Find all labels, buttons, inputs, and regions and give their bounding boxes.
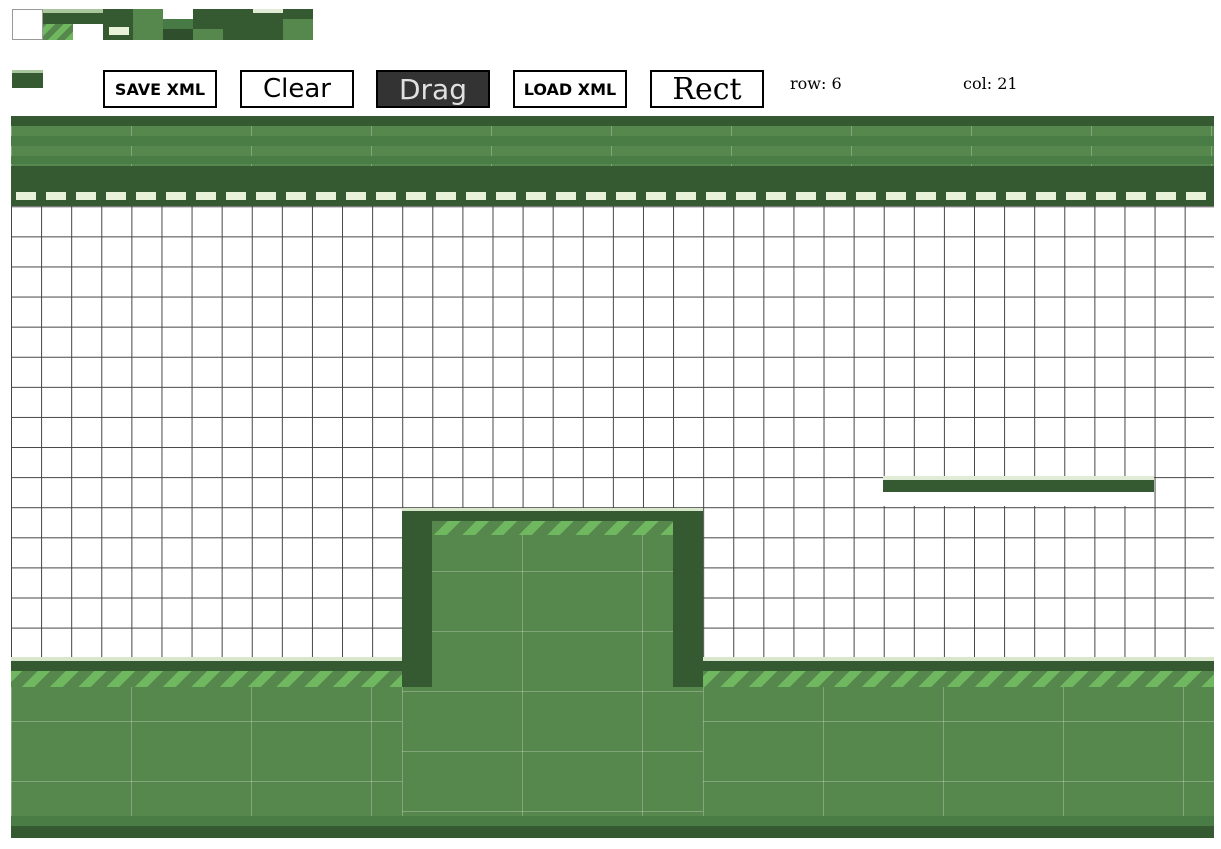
palette-tile-top-light[interactable] — [253, 9, 283, 40]
clear-button[interactable]: Clear — [240, 70, 354, 108]
palette-tile-dark-2[interactable] — [163, 29, 193, 40]
current-tile-preview — [12, 70, 43, 88]
palette-tile-stripe[interactable] — [43, 24, 73, 40]
palette-tile-platform[interactable] — [103, 24, 133, 40]
palette-tile-blank[interactable] — [12, 9, 43, 40]
palette-tile-light[interactable] — [193, 29, 223, 40]
load-xml-button[interactable]: LOAD XML — [513, 70, 627, 108]
palette-tile-mid-dark[interactable] — [163, 19, 193, 29]
palette-tile-mid-4[interactable] — [283, 19, 313, 40]
palette-tile-grass-top[interactable] — [43, 9, 73, 24]
tile-palette — [12, 9, 314, 40]
col-readout: col: 21 — [963, 74, 1018, 93]
ceiling-band — [11, 116, 1214, 206]
drag-button[interactable]: Drag — [376, 70, 490, 108]
row-readout: row: 6 — [790, 74, 842, 93]
save-xml-button[interactable]: SAVE XML — [103, 70, 217, 108]
ground-right — [703, 657, 1214, 838]
palette-tile-dark[interactable] — [73, 9, 103, 24]
palette-tile-mid[interactable] — [133, 9, 163, 40]
ground-bottom-edge — [11, 816, 1214, 838]
palette-tile-edge[interactable] — [223, 9, 253, 40]
rect-button[interactable]: Rect — [650, 70, 764, 108]
ground-left — [11, 657, 402, 838]
floating-platform — [883, 476, 1154, 492]
tile-map-canvas[interactable] — [11, 116, 1214, 838]
raised-block — [402, 508, 703, 838]
platform-underside — [883, 492, 1154, 506]
